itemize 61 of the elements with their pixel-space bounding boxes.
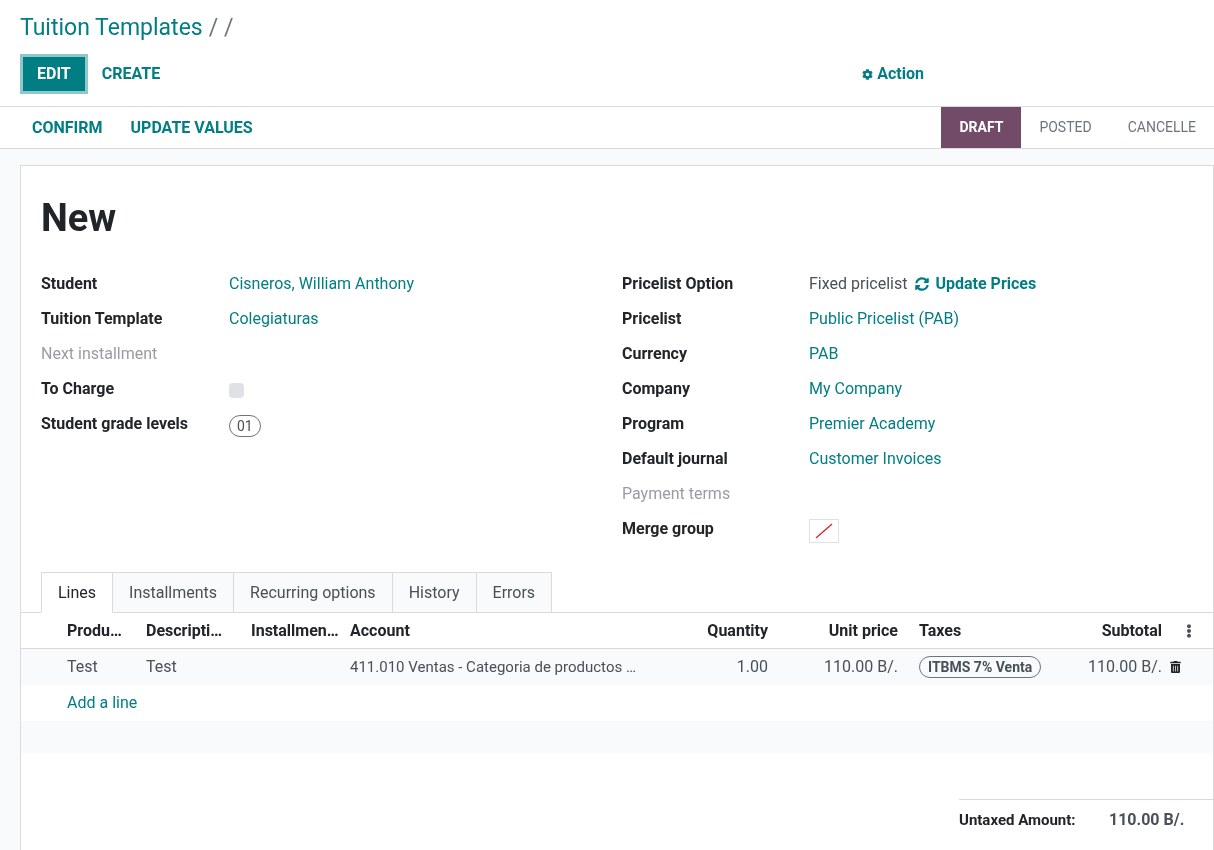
field-value[interactable]: Premier Academy — [809, 414, 936, 433]
tab[interactable]: Installments — [113, 572, 235, 613]
column-header[interactable]: Subtotal — [1048, 618, 1162, 643]
column-header[interactable]: Installmen… — [251, 618, 350, 643]
total-value: 110.00 B/. — [1109, 809, 1185, 831]
empty-color-swatch[interactable] — [809, 519, 839, 543]
create-button[interactable]: CREATE — [87, 54, 175, 94]
status-step[interactable]: POSTED — [1021, 107, 1110, 148]
field-label: Next installment — [41, 343, 159, 365]
refresh-icon — [915, 277, 930, 291]
column-header[interactable]: Produ… — [67, 618, 146, 643]
column-header[interactable]: Descripti… — [146, 618, 251, 643]
field-value[interactable]: My Company — [809, 379, 903, 398]
status-step[interactable]: DRAFT — [941, 107, 1022, 148]
field-label: Student grade levels — [41, 413, 190, 435]
field-value[interactable]: Public Pricelist (PAB) — [809, 309, 959, 328]
field-label: Tuition Template — [41, 308, 164, 330]
table-cell-text: Test — [67, 656, 99, 678]
field-label: Merge group — [622, 518, 715, 540]
field-value[interactable]: Colegiaturas — [229, 309, 319, 328]
add-line-link[interactable]: Add a line — [67, 691, 138, 715]
field-label: Currency — [622, 343, 688, 365]
field-label: Company — [622, 378, 691, 400]
table-cell-text: 1.00 — [735, 656, 768, 678]
field-label: Pricelist — [622, 308, 683, 330]
table-cell-text: 110.00 B/. — [1087, 656, 1162, 678]
field-label: Pricelist Option — [622, 273, 735, 295]
action-button[interactable]: Action — [862, 62, 924, 86]
field-value[interactable]: Cisneros, William Anthony — [229, 274, 414, 293]
table-cell-text: Test — [146, 656, 178, 678]
gear-icon — [862, 68, 874, 80]
table-cell-text: 411.010 Ventas - Categoria de productos … — [350, 656, 637, 678]
column-header[interactable]: Quantity — [650, 618, 768, 643]
update-prices-button[interactable]: Update Prices — [915, 272, 1037, 296]
confirm-button[interactable]: CONFIRM — [18, 115, 117, 140]
tab[interactable]: Errors — [476, 572, 553, 613]
tab[interactable]: Lines — [41, 572, 114, 613]
tab[interactable]: Recurring options — [234, 572, 393, 613]
field-label: Default journal — [622, 448, 729, 470]
field-label: Program — [622, 413, 686, 435]
breadcrumb-separators: / / — [208, 14, 234, 42]
field-label: Student — [41, 273, 99, 295]
edit-button[interactable]: EDIT — [20, 54, 88, 94]
field-value: Fixed pricelist — [809, 273, 908, 295]
column-header[interactable]: Account — [350, 618, 650, 643]
status-step[interactable]: CANCELLE — [1109, 107, 1214, 148]
total-label: Untaxed Amount: — [959, 809, 1077, 831]
checkbox[interactable] — [229, 383, 244, 398]
column-header[interactable]: Unit price — [768, 618, 898, 643]
field-value[interactable]: PAB — [809, 344, 839, 363]
field-label: Payment terms — [622, 483, 732, 505]
column-options-icon[interactable] — [1184, 623, 1194, 638]
update-values-button[interactable]: UPDATE VALUES — [116, 115, 267, 140]
delete-icon[interactable] — [1170, 661, 1181, 673]
field-label: To Charge — [41, 378, 116, 400]
tab[interactable]: History — [392, 572, 477, 613]
field-value[interactable]: Customer Invoices — [809, 449, 942, 468]
record-title: New — [40, 195, 118, 242]
column-header[interactable]: Taxes — [898, 618, 1048, 643]
breadcrumb-title[interactable]: Tuition Templates — [20, 14, 203, 42]
table-cell-text: 110.00 B/. — [823, 656, 898, 678]
